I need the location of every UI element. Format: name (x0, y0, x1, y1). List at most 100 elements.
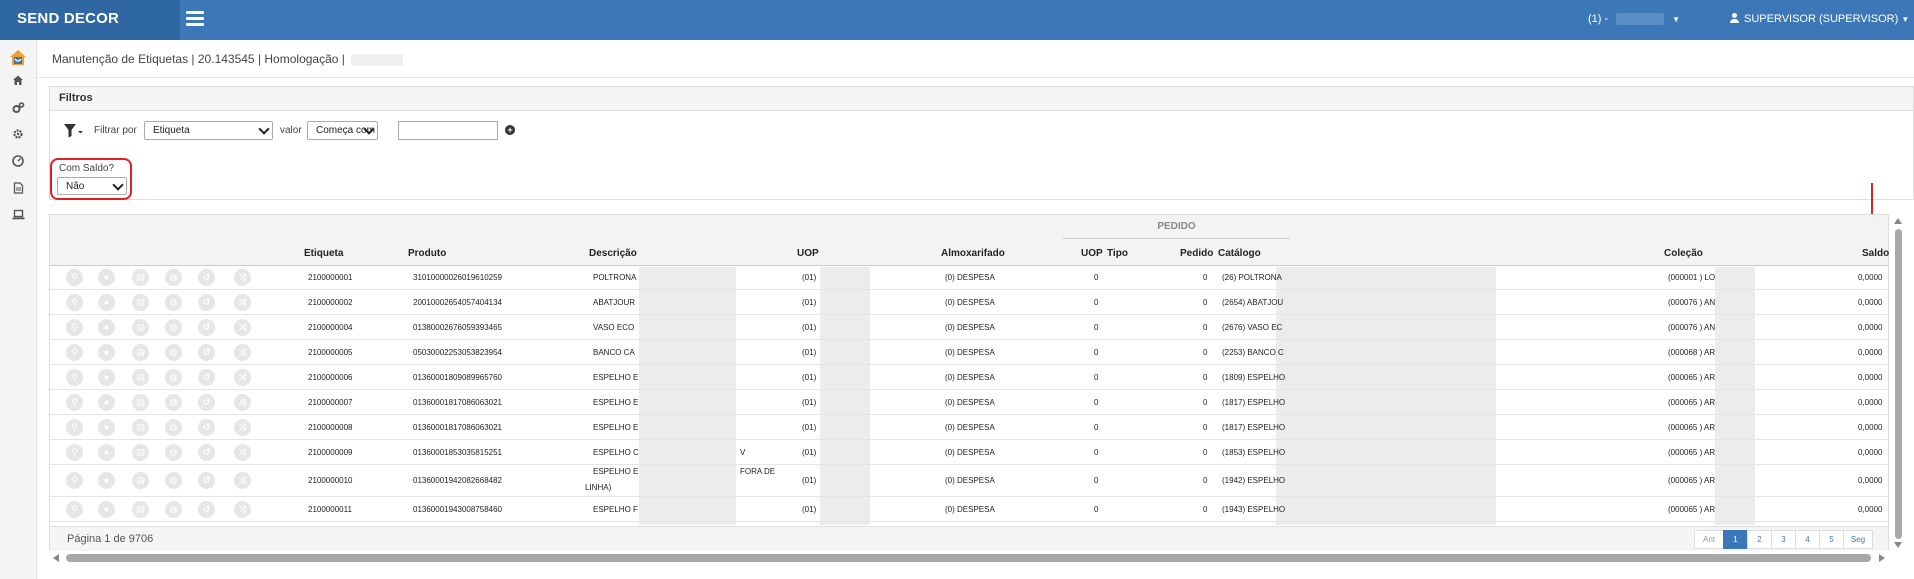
brand-logo[interactable]: SEND DECOR (0, 0, 180, 40)
tag-icon[interactable]: ● (98, 501, 115, 518)
col-pedido[interactable]: Pedido (1180, 248, 1213, 259)
document-icon[interactable]: ▤ (132, 344, 149, 361)
history-icon[interactable]: ↺ (198, 369, 215, 386)
col-descricao[interactable]: Descrição (589, 248, 637, 259)
col-colecao[interactable]: Coleção (1664, 248, 1703, 259)
history-icon[interactable]: ↺ (198, 419, 215, 436)
col-saldo[interactable]: Saldo (1862, 248, 1889, 259)
shuffle-icon[interactable]: ⤨ (234, 472, 251, 489)
document-icon[interactable]: ▤ (132, 444, 149, 461)
tag-icon[interactable]: ● (98, 444, 115, 461)
vertical-scrollbar[interactable] (1894, 216, 1903, 550)
com-saldo-select[interactable]: Não (57, 177, 127, 195)
col-catalogo[interactable]: Catálogo (1218, 248, 1261, 259)
history-icon[interactable]: ↺ (198, 472, 215, 489)
globe-icon[interactable]: ◍ (165, 294, 182, 311)
history-icon[interactable]: ↺ (198, 444, 215, 461)
shuffle-icon[interactable]: ⤨ (234, 394, 251, 411)
user-menu[interactable]: SUPERVISOR (SUPERVISOR) ▼ (1730, 13, 1909, 25)
shuffle-icon[interactable]: ⤨ (234, 444, 251, 461)
scroll-right-icon[interactable] (1879, 554, 1885, 562)
search-icon[interactable]: ⚲ (66, 269, 83, 286)
tag-icon[interactable]: ● (98, 319, 115, 336)
tag-icon[interactable]: ● (98, 344, 115, 361)
funnel-icon[interactable] (64, 124, 84, 138)
filter-value-input[interactable] (398, 121, 498, 140)
shuffle-icon[interactable]: ⤨ (234, 344, 251, 361)
history-icon[interactable]: ↺ (198, 319, 215, 336)
tag-icon[interactable]: ● (98, 269, 115, 286)
pager-page-button[interactable]: 4 (1795, 530, 1820, 549)
col-uop-pedido[interactable]: UOP (1081, 248, 1103, 259)
horizontal-scroll-thumb[interactable] (66, 554, 1871, 562)
search-icon[interactable]: ⚲ (66, 444, 83, 461)
table-row[interactable]: ⚲ ● ▤ ◍ ↺ ⤨ 2100000009 01360001853035815251 ESPE… (50, 440, 1888, 465)
document-icon[interactable]: ▤ (132, 319, 149, 336)
document-icon[interactable]: ▤ (132, 501, 149, 518)
pager-page-button[interactable]: 2 (1747, 530, 1772, 549)
house-logo-icon[interactable] (8, 48, 28, 68)
globe-icon[interactable]: ◍ (165, 444, 182, 461)
table-row[interactable]: ⚲ ● ▤ ◍ ↺ ⤨ 2100000010 01360001942082668482 ESPE… (50, 465, 1888, 497)
col-produto[interactable]: Produto (408, 248, 446, 259)
document-icon[interactable]: ▤ (132, 294, 149, 311)
history-icon[interactable]: ↺ (198, 269, 215, 286)
search-icon[interactable]: ⚲ (66, 344, 83, 361)
pager-page-button[interactable]: 5 (1819, 530, 1844, 549)
table-row[interactable]: ⚲ ● ▤ ◍ ↺ ⤨ 2100000004 01380002676059393465 VASO… (50, 315, 1888, 340)
dashboard-icon[interactable] (11, 155, 25, 169)
col-tipo[interactable]: Tipo (1107, 248, 1128, 259)
table-row[interactable]: ⚲ ● ▤ ◍ ↺ ⤨ 2100000008 01360001817086063021 ESPE… (50, 415, 1888, 440)
col-almoxarifado[interactable]: Almoxarifado (941, 248, 1005, 259)
col-uop[interactable]: UOP (797, 248, 819, 259)
match-mode-select[interactable]: Começa com (307, 121, 378, 140)
search-icon[interactable]: ⚲ (66, 472, 83, 489)
globe-icon[interactable]: ◍ (165, 319, 182, 336)
search-icon[interactable]: ⚲ (66, 294, 83, 311)
search-icon[interactable]: ⚲ (66, 394, 83, 411)
history-icon[interactable]: ↺ (198, 344, 215, 361)
table-row[interactable]: ⚲ ● ▤ ◍ ↺ ⤨ 2100000002 20010002654057404134 ABAT… (50, 290, 1888, 315)
history-icon[interactable]: ↺ (198, 501, 215, 518)
table-row[interactable]: ⚲ ● ▤ ◍ ↺ ⤨ 2100000007 01360001817086063021 ESPE… (50, 390, 1888, 415)
menu-toggle-icon[interactable] (186, 11, 204, 27)
document-icon[interactable] (11, 182, 25, 196)
home-icon[interactable] (11, 74, 25, 88)
search-icon[interactable]: ⚲ (66, 319, 83, 336)
search-icon[interactable]: ⚲ (66, 419, 83, 436)
tag-icon[interactable]: ● (98, 472, 115, 489)
history-icon[interactable]: ↺ (198, 394, 215, 411)
col-etiqueta[interactable]: Etiqueta (304, 248, 343, 259)
document-icon[interactable]: ▤ (132, 419, 149, 436)
shuffle-icon[interactable]: ⤨ (234, 501, 251, 518)
vertical-scroll-thumb[interactable] (1895, 229, 1902, 539)
horizontal-scrollbar[interactable] (49, 553, 1889, 563)
scroll-down-icon[interactable] (1894, 542, 1902, 548)
document-icon[interactable]: ▤ (132, 394, 149, 411)
filter-by-select[interactable]: Etiqueta (144, 121, 273, 140)
table-row[interactable]: ⚲ ● ▤ ◍ ↺ ⤨ 2100000005 05030002253053823954 BANC… (50, 340, 1888, 365)
table-row[interactable]: ⚲ ● ▤ ◍ ↺ ⤨ 2100000006 01360001809089965760 ESPE… (50, 365, 1888, 390)
pager-next-button[interactable]: Seg (1843, 530, 1873, 549)
globe-icon[interactable]: ◍ (165, 344, 182, 361)
pager-prev-button[interactable]: Ant (1694, 530, 1724, 549)
shuffle-icon[interactable]: ⤨ (234, 294, 251, 311)
tag-icon[interactable]: ● (98, 419, 115, 436)
scroll-left-icon[interactable] (53, 554, 59, 562)
gear-icon[interactable] (11, 128, 25, 142)
pager-page-button[interactable]: 1 (1723, 530, 1748, 549)
tag-icon[interactable]: ● (98, 369, 115, 386)
table-row[interactable]: ⚲ ● ▤ ◍ ↺ ⤨ 2100000011 01360001943008758460 ESPE… (50, 497, 1888, 522)
pager-page-button[interactable]: 3 (1771, 530, 1796, 549)
history-icon[interactable]: ↺ (198, 294, 215, 311)
globe-icon[interactable]: ◍ (165, 394, 182, 411)
shuffle-icon[interactable]: ⤨ (234, 419, 251, 436)
tag-icon[interactable]: ● (98, 394, 115, 411)
search-icon[interactable]: ⚲ (66, 501, 83, 518)
shuffle-icon[interactable]: ⤨ (234, 369, 251, 386)
globe-icon[interactable]: ◍ (165, 369, 182, 386)
globe-icon[interactable]: ◍ (165, 501, 182, 518)
scroll-up-icon[interactable] (1894, 218, 1902, 224)
laptop-icon[interactable] (11, 209, 25, 223)
document-icon[interactable]: ▤ (132, 369, 149, 386)
